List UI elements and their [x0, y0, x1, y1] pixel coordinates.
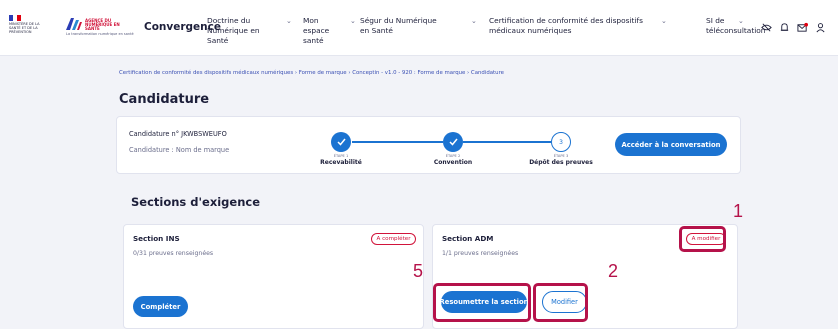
complete-button[interactable]: Compléter [133, 296, 188, 317]
step-2-label: Convention [433, 159, 473, 166]
section-name: Section ADM [442, 234, 494, 243]
page-title: Candidature [119, 92, 210, 107]
chevron-down-icon: ⌄ [471, 17, 477, 25]
section-name: Section INS [133, 234, 180, 243]
nav-certification[interactable]: Certification de conformité des disposit… [489, 16, 667, 36]
ans-logo-title: AGENCE DU NUMÉRIQUE EN SANTÉ [85, 18, 120, 31]
header-icons [761, 22, 826, 33]
step-1-number: ÉTAPE 1 [333, 154, 349, 158]
step-3-indicator: 3 [551, 132, 571, 152]
highlight-box-5 [433, 283, 531, 322]
nav-doctrine[interactable]: Doctrine du Numérique en Santé ⌄ [207, 16, 292, 46]
stepper-connector [352, 141, 443, 143]
ans-logo[interactable]: AGENCE DU NUMÉRIQUE EN SANTÉ La transfor… [66, 16, 134, 38]
ans-logo-subtitle: La transformation numérique en santé [66, 32, 134, 36]
french-flag-icon [9, 15, 21, 21]
section-card-ins: Section INS 0/31 preuves renseignées A c… [123, 224, 424, 329]
mail-icon[interactable] [797, 22, 808, 33]
nav-segur[interactable]: Ségur du Numérique en Santé ⌄ [360, 16, 477, 36]
chevron-down-icon: ⌄ [738, 17, 744, 25]
step-1-label: Recevabilité [320, 159, 362, 166]
candidature-name: Candidature : Nom de marque [129, 146, 230, 154]
ministere-logo-text: MINISTÈRE DE LA SANTÉ ET DE LA PRÉVENTIO… [9, 22, 40, 34]
breadcrumb[interactable]: Certification de conformité des disposit… [119, 70, 504, 76]
nav-label: Doctrine du Numérique en Santé [207, 16, 260, 45]
candidature-card: Candidature n° JKWBSWEUFO Candidature : … [116, 116, 741, 174]
annotation-number-1: 1 [733, 201, 744, 221]
status-badge: A compléter [371, 233, 416, 245]
stepper-connector [463, 141, 551, 143]
ministere-logo[interactable]: MINISTÈRE DE LA SANTÉ ET DE LA PRÉVENTIO… [9, 15, 49, 39]
top-navigation-bar: MINISTÈRE DE LA SANTÉ ET DE LA PRÉVENTIO… [0, 0, 838, 56]
chevron-down-icon: ⌄ [350, 17, 356, 25]
nav-label: Certification de conformité des disposit… [489, 16, 643, 35]
section-count: 1/1 preuves renseignées [442, 250, 519, 257]
ans-mark-icon [66, 18, 82, 30]
step-3-number: ÉTAPE 3 [553, 154, 569, 158]
sections-title: Sections d'exigence [131, 195, 261, 209]
eye-off-icon[interactable] [761, 22, 772, 33]
nav-label: SI de téléconsultation [706, 16, 766, 35]
bell-icon[interactable] [779, 22, 790, 33]
nav-label: Mon espace santé [303, 16, 330, 45]
annotation-number-5: 5 [413, 261, 424, 281]
step-1-check-icon [331, 132, 351, 152]
nav-mon-espace-sante[interactable]: Mon espace santé ⌄ [303, 16, 356, 46]
candidature-number: Candidature n° JKWBSWEUFO [129, 130, 227, 138]
step-3-label: Dépôt des preuves [529, 159, 593, 166]
user-icon[interactable] [815, 22, 826, 33]
highlight-box-1 [679, 226, 726, 252]
step-2-check-icon [443, 132, 463, 152]
section-count: 0/31 preuves renseignées [133, 250, 214, 257]
chevron-down-icon: ⌄ [286, 17, 292, 25]
step-2-number: ÉTAPE 2 [445, 154, 461, 158]
chevron-down-icon: ⌄ [661, 17, 667, 25]
nav-teleconsultation[interactable]: SI de téléconsultation ⌄ [706, 16, 766, 36]
access-conversation-button[interactable]: Accéder à la conversation [615, 133, 727, 156]
nav-label: Ségur du Numérique en Santé [360, 16, 437, 35]
annotation-number-2: 2 [608, 261, 619, 281]
highlight-box-2 [533, 283, 588, 322]
